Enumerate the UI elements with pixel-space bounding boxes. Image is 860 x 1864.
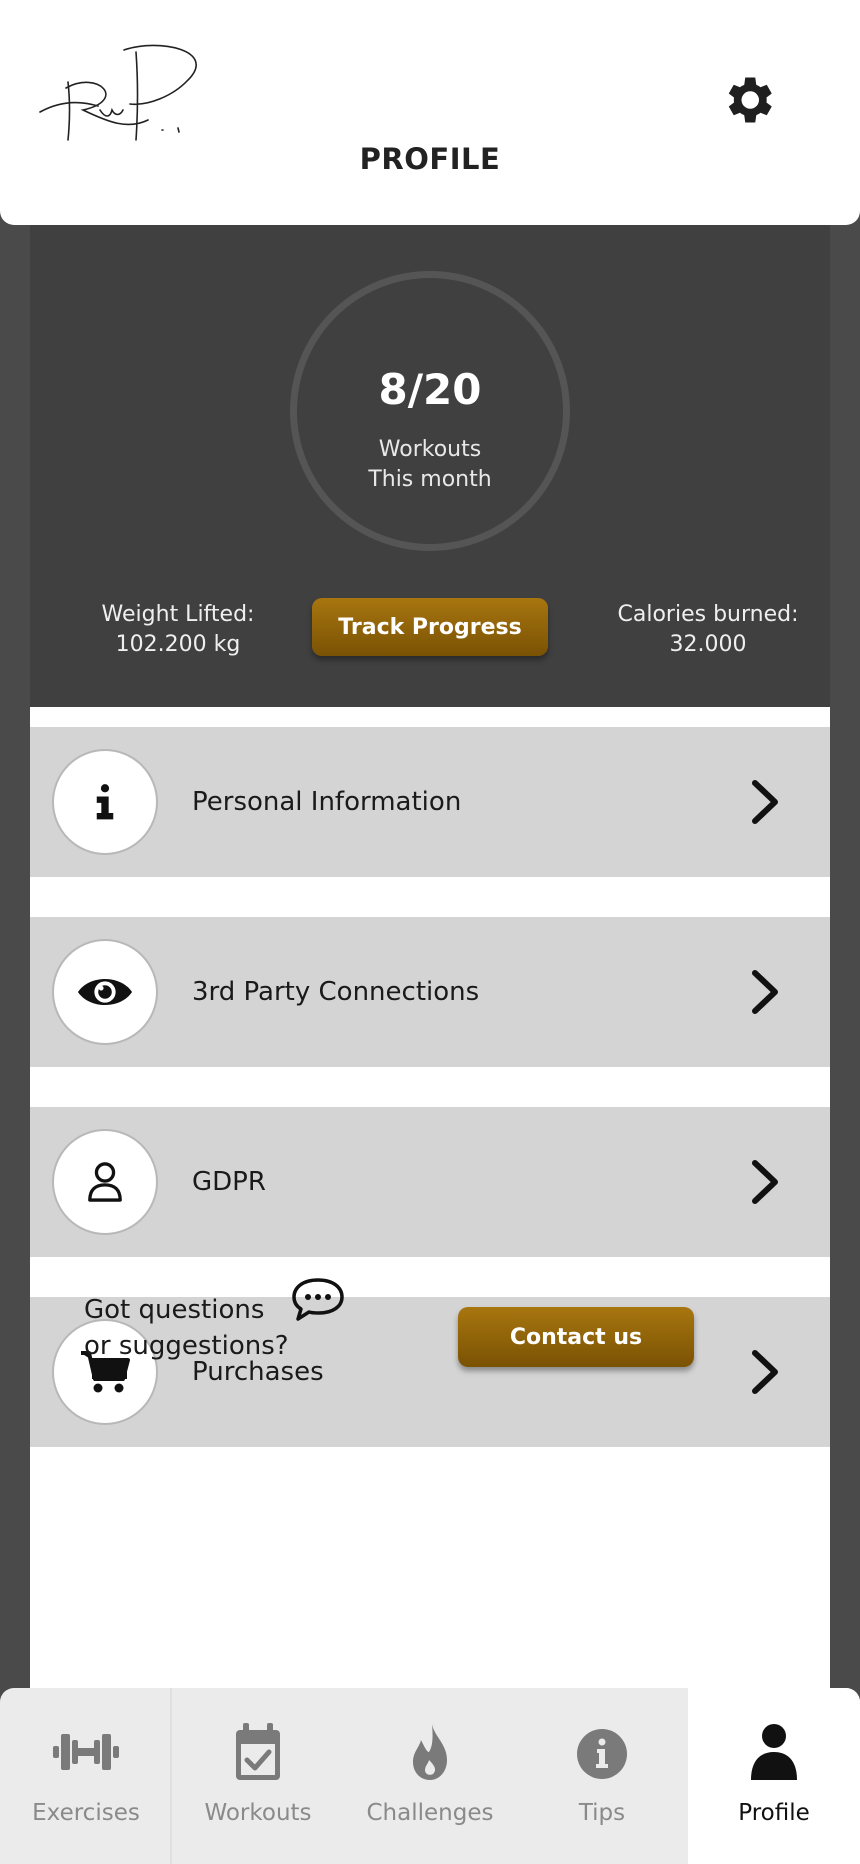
flame-icon [413,1724,447,1780]
menu-item-label: 3rd Party Connections [192,977,480,1007]
user-icon [88,1162,122,1202]
calories-burned-value: 32.000 [669,632,747,657]
weight-lifted-value: 102.200 kg [115,632,241,657]
signature-logo [39,44,197,141]
nav-label: Workouts [204,1800,312,1826]
calendar-check-icon [236,1723,280,1780]
menu-icon-circle [52,749,158,855]
menu-icon-circle [52,1129,158,1235]
workouts-period-label: This month [368,467,492,492]
menu-item-gdpr[interactable]: GDPR [30,1107,830,1257]
weight-lifted-label: Weight Lifted: [101,602,255,627]
menu-item-label: Personal Information [192,787,462,817]
menu-item-3rd-party-connections[interactable]: 3rd Party Connections [30,917,830,1067]
nav-item-challenges[interactable]: Challenges [344,1688,516,1864]
info-circle-icon [577,1729,627,1779]
nav-item-exercises[interactable]: Exercises [0,1688,172,1864]
info-icon [96,784,114,820]
nav-item-tips[interactable]: Tips [516,1688,688,1864]
page-title: PROFILE [359,142,501,176]
nav-label: Tips [578,1800,626,1826]
header: PROFILE [0,0,860,225]
calories-burned-label: Calories burned: [617,602,799,627]
menu-icon-circle [52,939,158,1045]
menu-item-label: GDPR [192,1167,266,1197]
workouts-label: Workouts [378,437,482,462]
main-content: 8/20 Workouts This month Weight Lifted: … [30,225,830,1690]
dumbbell-icon [53,1734,119,1770]
eye-icon [77,978,133,1006]
nav-item-workouts[interactable]: Workouts [172,1688,344,1864]
contact-prompt-line2: or suggestions? [84,1331,289,1361]
track-progress-button[interactable]: Track Progress [312,598,548,656]
nav-label: Exercises [32,1800,140,1826]
gear-icon [728,77,772,123]
contact-us-button[interactable]: Contact us [458,1307,694,1367]
stats-panel: 8/20 Workouts This month Weight Lifted: … [30,225,830,707]
nav-item-profile[interactable]: Profile [688,1688,860,1864]
contact-prompt-line1: Got questions [84,1295,265,1325]
settings-button[interactable] [718,70,778,130]
menu-item-personal-information[interactable]: Personal Information [30,727,830,877]
contact-prompt: Got questions or suggestions? [84,1292,324,1364]
chevron-right-icon [752,780,778,824]
bottom-navigation: Exercises Workouts Challenges Tips Profi… [0,1688,860,1864]
chevron-right-icon [752,1160,778,1204]
chevron-right-icon [752,1350,778,1394]
chat-icon [292,1278,344,1321]
chevron-right-icon [752,970,778,1014]
user-icon [751,1724,797,1780]
workouts-count: 8/20 [378,365,482,414]
nav-label: Challenges [366,1800,494,1826]
nav-label: Profile [738,1800,810,1826]
